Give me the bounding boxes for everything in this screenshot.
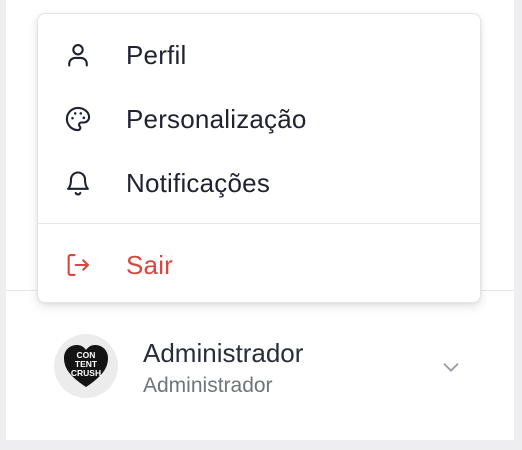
menu-item-personalization[interactable]: Personalização bbox=[38, 91, 480, 147]
logout-icon bbox=[64, 251, 92, 279]
menu-item-profile[interactable]: Perfil bbox=[38, 27, 480, 83]
menu-item-notifications[interactable]: Notificações bbox=[38, 155, 480, 211]
bell-icon bbox=[64, 169, 92, 197]
palette-icon bbox=[64, 105, 92, 133]
menu-divider bbox=[38, 223, 480, 224]
menu-item-label: Perfil bbox=[126, 39, 187, 70]
chevron-down-icon bbox=[438, 354, 464, 380]
avatar: CON TENT CRUSH bbox=[54, 334, 118, 398]
user-menu-trigger[interactable]: CON TENT CRUSH Administrador Administrad… bbox=[50, 330, 480, 402]
content-crush-logo: CON TENT CRUSH bbox=[64, 345, 108, 387]
menu-item-label: Sair bbox=[126, 249, 174, 280]
user-icon bbox=[64, 41, 92, 69]
user-dropdown-menu: Perfil Personalização Notificações Sair bbox=[37, 13, 481, 303]
menu-item-label: Notificações bbox=[126, 167, 271, 198]
menu-item-logout[interactable]: Sair bbox=[38, 237, 480, 293]
user-name: Administrador bbox=[143, 338, 304, 368]
menu-item-label: Personalização bbox=[126, 103, 307, 134]
user-role: Administrador bbox=[143, 374, 273, 397]
logo-text-line-3: CRUSH bbox=[71, 368, 101, 378]
